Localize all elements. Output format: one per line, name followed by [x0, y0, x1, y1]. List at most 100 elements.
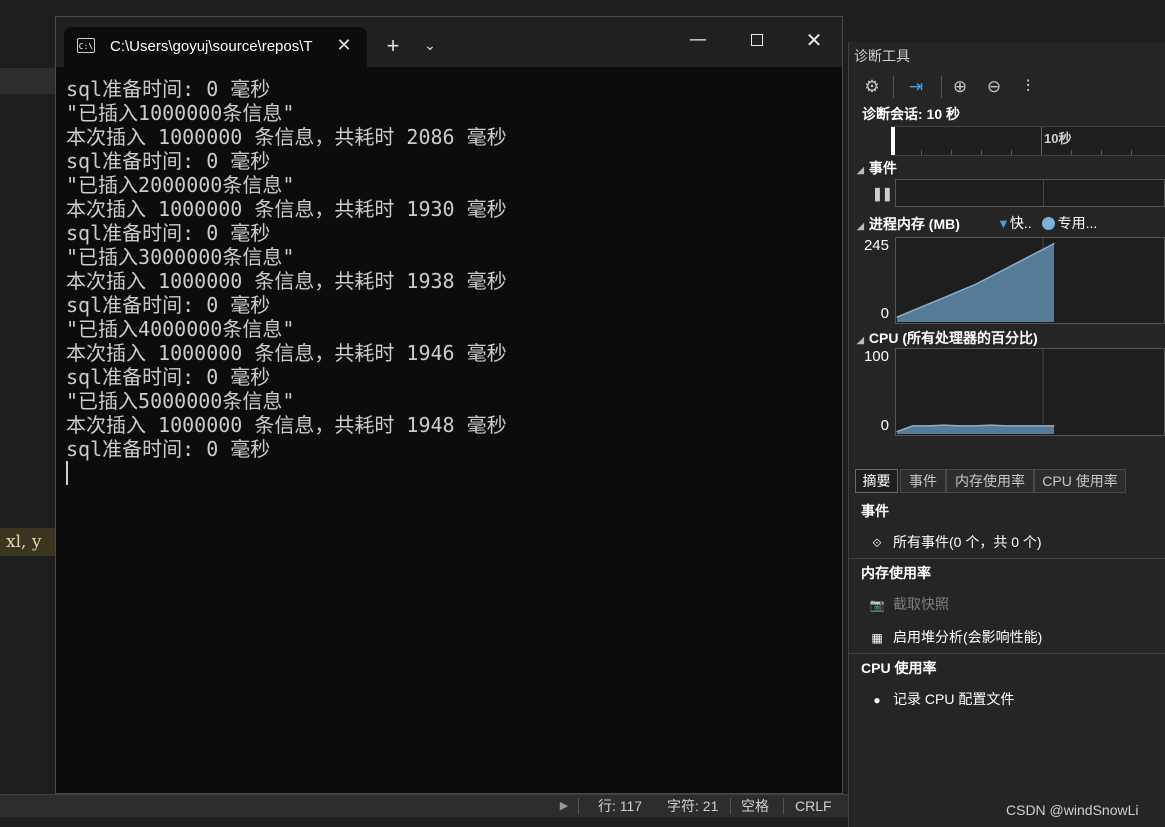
take-snapshot-button[interactable]: 📷 截取快照: [869, 594, 949, 614]
data-point: [943, 424, 945, 426]
data-point: [912, 425, 914, 427]
terminal-tab[interactable]: C:\ C:\Users\goyuj\source\repos\T ✕: [64, 27, 367, 67]
console-line: 本次插入 1000000 条信息，共耗时 1946 毫秒: [66, 341, 507, 365]
tick: [1101, 150, 1102, 155]
diagnostic-tools-panel: 诊断工具 ⚙ ⇥ ⊕ ⊖ ⫶ 诊断会话: 10 秒 10秒 ◢ 事件 ❚❚ ◢ 进程…: [848, 42, 1165, 827]
diagnostics-tabs: 摘要 事件 内存使用率 CPU 使用率: [855, 469, 1165, 493]
tab-cpu-usage[interactable]: CPU 使用率: [1034, 469, 1126, 493]
data-point: [959, 290, 961, 292]
whitespace-indicator[interactable]: 空格: [741, 795, 769, 817]
terminal-titlebar[interactable]: C:\ C:\Users\goyuj\source\repos\T ✕ + ⌄ …: [56, 17, 842, 67]
console-line: 本次插入 1000000 条信息，共耗时 1930 毫秒: [66, 197, 507, 221]
gear-icon[interactable]: ⚙: [859, 74, 885, 100]
events-summary-header: 事件: [861, 503, 889, 519]
tick: [951, 150, 952, 155]
snapshot-legend-icon: ▼: [997, 216, 1010, 231]
terminal-window: C:\ C:\Users\goyuj\source\repos\T ✕ + ⌄ …: [55, 16, 843, 794]
console-line: sql准备时间: 0 毫秒: [66, 77, 271, 101]
minimize-button[interactable]: —: [670, 17, 726, 65]
pause-icon[interactable]: ❚❚: [872, 186, 893, 202]
eol-indicator[interactable]: CRLF: [795, 795, 832, 817]
editor-statusbar: ▶ 行: 117 字符: 21 空格 CRLF: [0, 794, 848, 817]
new-tab-button[interactable]: +: [379, 27, 407, 65]
timeline-label: 10秒: [1044, 131, 1072, 146]
data-point: [974, 283, 977, 286]
all-events-link[interactable]: ⟐ 所有事件(0 个，共 0 个): [869, 532, 1041, 552]
data-point: [1053, 243, 1055, 245]
panel-title: 诊断工具: [854, 48, 910, 64]
tick: [1011, 150, 1012, 155]
session-duration: 诊断会话: 10 秒: [862, 106, 961, 122]
tab-events[interactable]: 事件: [900, 469, 946, 493]
tick: [1131, 150, 1132, 155]
close-window-button[interactable]: ✕: [786, 17, 842, 65]
data-point: [896, 430, 898, 433]
data-point: [943, 296, 945, 299]
console-line: "已插入3000000条信息": [66, 245, 295, 269]
console-line: sql准备时间: 0 毫秒: [66, 221, 271, 245]
record-cpu-profile-button[interactable]: ● 记录 CPU 配置文件: [869, 689, 1014, 709]
separator: [941, 76, 942, 98]
reset-view-icon[interactable]: ⫶: [1015, 74, 1041, 100]
data-point: [1037, 425, 1039, 427]
memory-ymax-label: 245: [863, 237, 889, 254]
events-header-label: 事件: [868, 160, 897, 176]
cpu-ymin-label: 0: [880, 417, 889, 434]
console-line: sql准备时间: 0 毫秒: [66, 437, 271, 461]
cpu-chart[interactable]: [895, 348, 1165, 436]
tick: [981, 150, 982, 155]
data-point: [1006, 267, 1008, 269]
events-track: [895, 179, 1165, 207]
console-line: "已插入2000000条信息": [66, 173, 295, 197]
timeline-marker[interactable]: [891, 127, 895, 155]
tick: [921, 150, 922, 155]
maximize-button[interactable]: [729, 17, 785, 65]
data-point: [1022, 425, 1024, 427]
cpu-summary-header: CPU 使用率: [849, 653, 1165, 680]
data-point: [927, 425, 929, 427]
tab-memory-usage[interactable]: 内存使用率: [946, 469, 1034, 493]
close-tab-icon[interactable]: ✕: [332, 27, 356, 65]
memory-ymin-label: 0: [880, 305, 889, 322]
memory-header-label: 进程内存 (MB): [868, 216, 960, 232]
console-output[interactable]: sql准备时间: 0 毫秒 "已插入1000000条信息" 本次插入 1000000…: [66, 77, 836, 461]
heap-profiling-toggle[interactable]: ▦ 启用堆分析(会影响性能): [869, 627, 1042, 647]
cpu-section-header[interactable]: ◢ CPU (所有处理器的百分比): [857, 328, 1038, 348]
line-indicator[interactable]: 行: 117: [598, 795, 642, 817]
zoom-out-icon[interactable]: ⊖: [981, 74, 1007, 100]
console-line: sql准备时间: 0 毫秒: [66, 149, 271, 173]
console-line: "已插入4000000条信息": [66, 317, 295, 341]
memory-legend: ▼快.. 专用...: [997, 213, 1097, 233]
tick: [1071, 150, 1072, 155]
console-line: 本次插入 1000000 条信息，共耗时 1948 毫秒: [66, 413, 507, 437]
scroll-arrow-icon[interactable]: ▶: [554, 795, 574, 817]
data-point: [959, 425, 961, 427]
separator: [783, 798, 784, 814]
export-icon[interactable]: ⇥: [903, 74, 929, 100]
data-point: [1006, 425, 1008, 427]
memory-chart[interactable]: [895, 237, 1165, 324]
data-point: [1037, 251, 1039, 253]
events-section-header[interactable]: ◢ 事件: [857, 158, 897, 178]
zoom-in-icon[interactable]: ⊕: [947, 74, 973, 100]
tab-summary[interactable]: 摘要: [855, 469, 898, 493]
char-indicator[interactable]: 字符: 21: [667, 795, 718, 817]
data-point: [990, 424, 992, 426]
console-line: "已插入1000000条信息": [66, 101, 295, 125]
chevron-down-icon[interactable]: ⌄: [418, 27, 442, 65]
memory-section-header[interactable]: ◢ 进程内存 (MB): [857, 214, 960, 234]
console-line: sql准备时间: 0 毫秒: [66, 293, 271, 317]
record-icon: ●: [873, 693, 881, 707]
code-snippet: xl, y: [0, 528, 60, 556]
console-line: 本次插入 1000000 条信息，共耗时 2086 毫秒: [66, 125, 507, 149]
separator: [730, 798, 731, 814]
memory-chart-svg: [896, 238, 1055, 323]
tab-title: C:\Users\goyuj\source\repos\T: [110, 38, 313, 55]
private-legend-icon: [1041, 217, 1055, 230]
timeline-ruler[interactable]: 10秒: [891, 126, 1165, 156]
camera-icon: 📷: [869, 598, 885, 612]
events-icon: ⟐: [872, 536, 882, 550]
private-legend-label: 专用...: [1057, 215, 1098, 231]
data-point: [896, 316, 898, 318]
data-point: [1022, 259, 1024, 261]
